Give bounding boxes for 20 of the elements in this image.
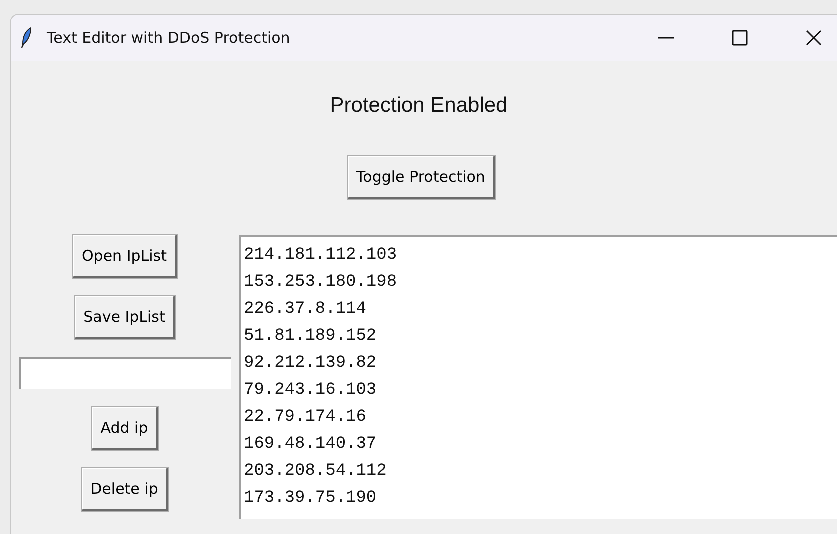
status-label: Protection Enabled — [330, 94, 508, 117]
ip-address-line: 51.81.189.152 — [244, 326, 377, 348]
feather-icon — [21, 27, 33, 49]
ip-address-line: 203.208.54.112 — [244, 460, 387, 482]
delete-ip-button[interactable]: Delete ip — [82, 468, 168, 510]
ip-address-line: 214.181.112.103 — [244, 244, 398, 266]
save-iplist-button[interactable]: Save IpList — [74, 296, 176, 338]
ip-address-line: 226.37.8.114 — [244, 298, 366, 320]
ip-address-line: 92.212.139.82 — [244, 352, 377, 374]
add-ip-button[interactable]: Add ip — [92, 406, 158, 450]
window-title: Text Editor with DDoS Protection — [47, 28, 290, 49]
ip-address-line: 169.48.140.37 — [244, 434, 377, 456]
ip-input-field[interactable] — [19, 356, 231, 388]
open-iplist-button[interactable]: Open IpList — [73, 234, 177, 278]
ip-address-line: 173.39.75.190 — [244, 488, 377, 510]
ip-address-line: 22.79.174.16 — [244, 406, 366, 428]
ip-address-line: 153.253.180.198 — [244, 272, 398, 294]
ip-address-line: 79.243.16.103 — [244, 380, 377, 402]
toggle-protection-button[interactable]: Toggle Protection — [348, 156, 496, 198]
ip-list-area[interactable]: 214.181.112.103 153.253.180.198 226.37.8.114 51.81.189.152 92.212.139.82 79.243.16.103 22.79.174.16 169.48.140.37 203.208.54.112 173.39.75.190 — [239, 234, 837, 518]
